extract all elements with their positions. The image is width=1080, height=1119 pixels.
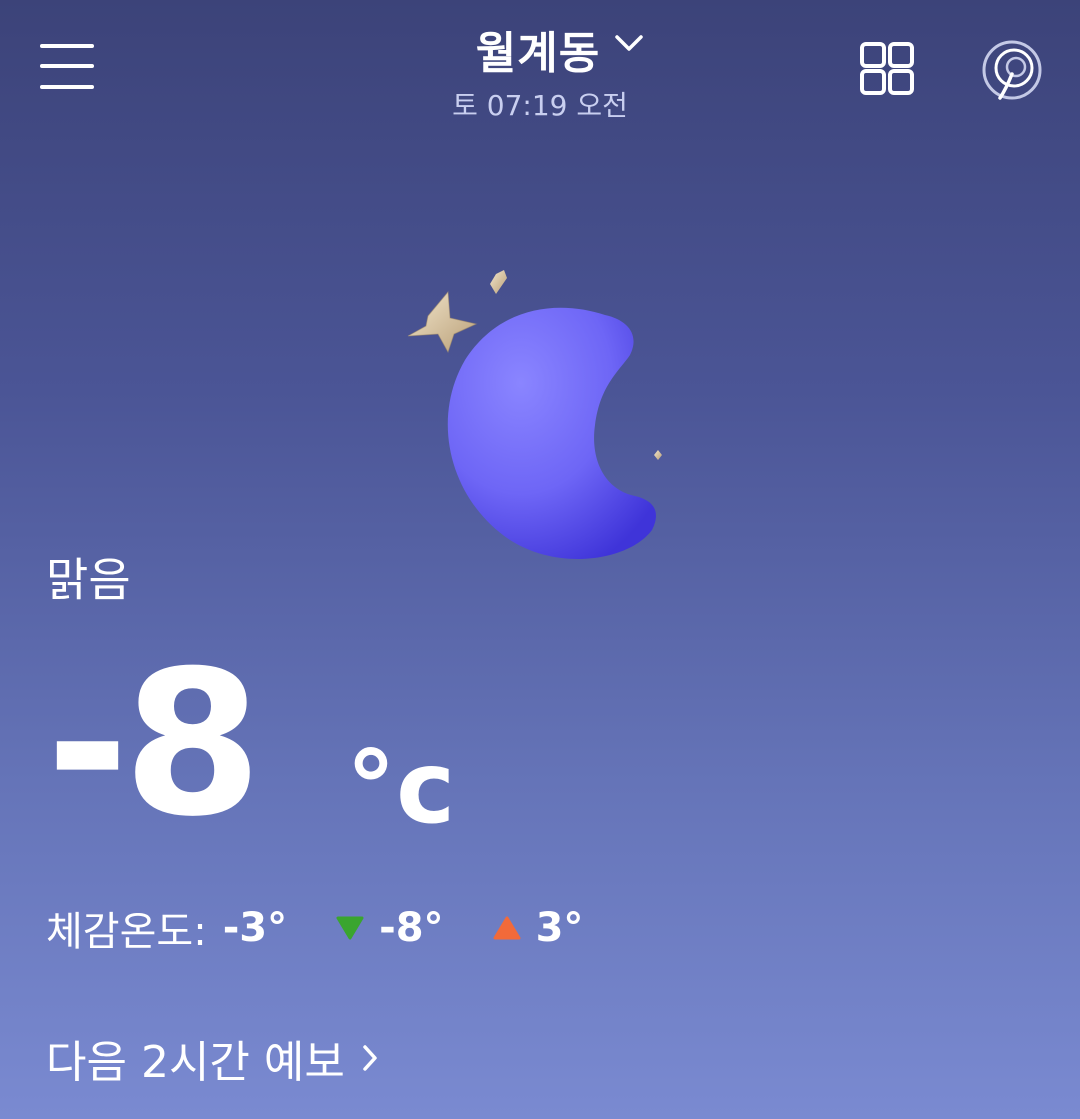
hamburger-menu-icon <box>40 85 94 89</box>
star-small <box>490 270 507 294</box>
grid-icon <box>888 42 914 68</box>
temperature-details: 체감온도: -3° -8° 3° <box>46 898 583 958</box>
grid-icon <box>860 69 886 95</box>
triangle-down-icon <box>336 916 364 940</box>
provider-logo-icon[interactable] <box>980 38 1044 102</box>
location-selector[interactable]: 월계동 <box>440 14 680 84</box>
chevron-right-icon <box>363 1045 377 1071</box>
feels-like-label: 체감온도: <box>46 909 207 955</box>
min-temperature: -8° <box>335 905 444 951</box>
max-temperature: 3° <box>492 905 584 951</box>
moon-illustration <box>407 270 662 559</box>
chevron-down-icon <box>615 35 643 51</box>
weather-condition: 맑음 <box>46 553 131 607</box>
temperature-unit: °c <box>346 729 456 846</box>
menu-button[interactable] <box>38 40 96 96</box>
weather-screen: 월계동 토 07:19 오전 맑음 -8 °c 체감온도: -3° -8° 3°… <box>0 0 1080 1119</box>
crescent-moon <box>447 307 656 559</box>
feels-like-value: -3° <box>222 905 288 951</box>
date-time: 토 07:19 오전 <box>452 89 628 122</box>
grid-icon <box>860 42 886 68</box>
location-name: 월계동 <box>475 28 601 79</box>
max-temperature-value: 3° <box>535 905 584 951</box>
current-temperature: -8 °c <box>46 640 466 850</box>
temperature-value: -8 <box>46 628 262 861</box>
forecast-link-label: 다음 2시간 예보 <box>46 1037 345 1088</box>
triangle-up-icon <box>493 916 521 940</box>
star-tiny <box>654 450 662 460</box>
two-hour-forecast-link[interactable]: 다음 2시간 예보 <box>46 1028 379 1088</box>
hamburger-menu-icon <box>40 44 94 48</box>
min-temperature-value: -8° <box>379 905 444 951</box>
hamburger-menu-icon <box>40 64 94 68</box>
grid-icon <box>888 69 914 95</box>
widgets-button[interactable] <box>858 40 918 98</box>
